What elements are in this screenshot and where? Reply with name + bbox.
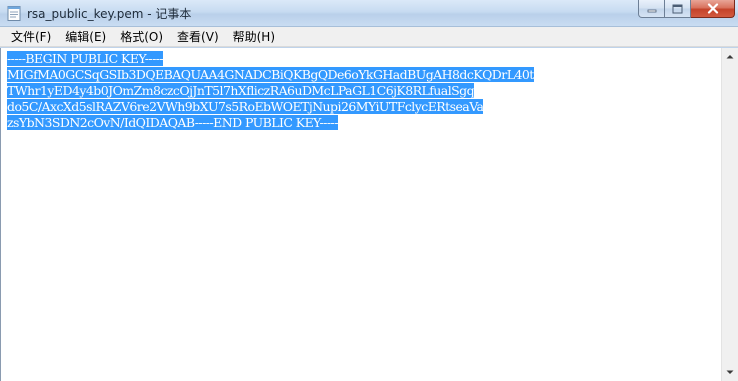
text-line: zsYbN3SDN2cOvN/IdQIDAQAB-----END PUBLIC … <box>7 115 534 131</box>
minimize-icon <box>647 9 656 12</box>
selected-text: do5C/AxcXd5slRAZV6re2VWh9bXU7s5RoEbWOETj… <box>7 99 484 114</box>
menu-help[interactable]: 帮助(H) <box>226 28 282 46</box>
scroll-down-arrow-icon <box>726 370 734 374</box>
scroll-down-button[interactable] <box>722 364 738 381</box>
notepad-icon[interactable] <box>7 5 21 21</box>
document-text[interactable]: -----BEGIN PUBLIC KEY----- MIGfMA0GCSqGS… <box>7 51 534 131</box>
scroll-up-button[interactable] <box>722 48 738 65</box>
vertical-scrollbar[interactable] <box>721 48 738 381</box>
close-icon <box>707 3 718 14</box>
window-title: rsa_public_key.pem - 记事本 <box>27 7 192 21</box>
scroll-up-arrow-icon <box>726 55 734 59</box>
close-button[interactable] <box>691 0 735 18</box>
text-line: MIGfMA0GCSqGSIb3DQEBAQUAA4GNADCBiQKBgQDe… <box>7 67 534 83</box>
text-editor-area[interactable]: -----BEGIN PUBLIC KEY----- MIGfMA0GCSqGS… <box>0 48 721 381</box>
text-line: -----BEGIN PUBLIC KEY----- <box>7 51 534 67</box>
selected-text: -----BEGIN PUBLIC KEY----- <box>7 51 164 66</box>
menu-format[interactable]: 格式(O) <box>113 28 170 46</box>
minimize-button[interactable] <box>638 0 665 18</box>
selected-text: zsYbN3SDN2cOvN/IdQIDAQAB-----END PUBLIC … <box>7 115 338 130</box>
window-controls <box>638 0 735 20</box>
menu-view[interactable]: 查看(V) <box>170 28 226 46</box>
text-line: TWhr1yED4y4b0JOmZm8czcOjJnT5l7hXfliczRA6… <box>7 83 534 99</box>
selected-text: MIGfMA0GCSqGSIb3DQEBAQUAA4GNADCBiQKBgQDe… <box>7 67 534 82</box>
notepad-window: rsa_public_key.pem - 记事本 文件(F) 编辑(E) 格式(… <box>0 0 738 381</box>
maximize-button[interactable] <box>665 0 691 18</box>
selected-text: TWhr1yED4y4b0JOmZm8czcOjJnT5l7hXfliczRA6… <box>7 83 475 98</box>
menu-bar: 文件(F) 编辑(E) 格式(O) 查看(V) 帮助(H) <box>0 27 738 47</box>
menu-edit[interactable]: 编辑(E) <box>58 28 113 46</box>
text-line: do5C/AxcXd5slRAZV6re2VWh9bXU7s5RoEbWOETj… <box>7 99 534 115</box>
menu-file[interactable]: 文件(F) <box>4 28 58 46</box>
maximize-icon <box>672 4 683 13</box>
title-bar[interactable]: rsa_public_key.pem - 记事本 <box>0 0 738 27</box>
